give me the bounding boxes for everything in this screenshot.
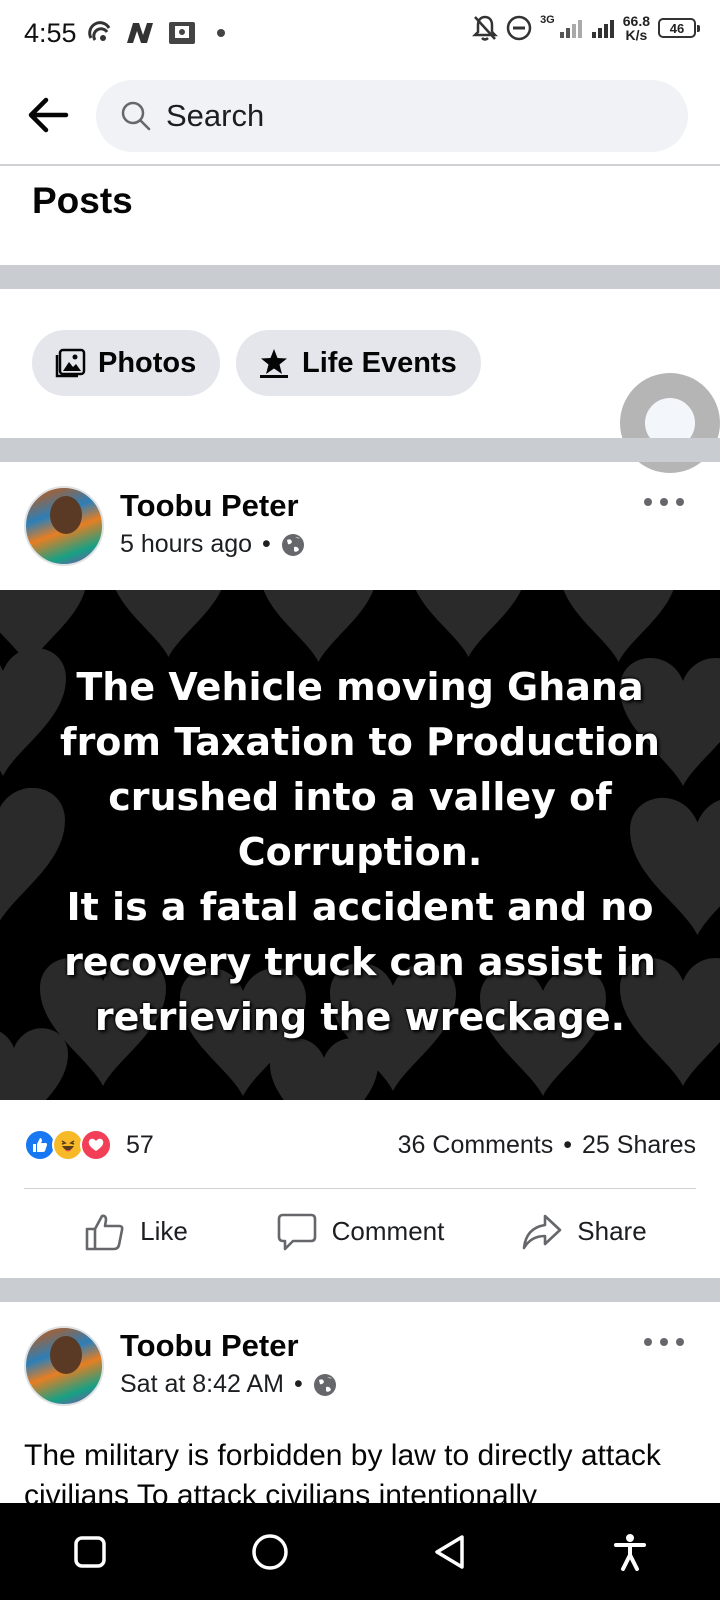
like-label: Like xyxy=(140,1216,188,1246)
post-header: Toobu Peter Sat at 8:42 AM • xyxy=(0,1310,720,1430)
status-right-icons: 3G 66.8 K/s 46 xyxy=(472,14,700,42)
status-notification-icons xyxy=(87,20,225,46)
gallery-notification-icon xyxy=(168,22,195,44)
life-events-filter-button[interactable]: Life Events xyxy=(236,330,481,396)
n-app-icon xyxy=(126,23,153,43)
post-time[interactable]: Sat at 8:42 AM xyxy=(120,1370,284,1399)
life-events-filter-label: Life Events xyxy=(302,346,457,379)
hotspot-icon xyxy=(87,21,110,41)
comment-bubble-icon xyxy=(277,1213,316,1250)
shares-count[interactable]: 25 Shares xyxy=(582,1131,696,1160)
meta-separator: • xyxy=(294,1370,303,1398)
do-not-disturb-icon xyxy=(506,15,532,41)
recent-apps-icon xyxy=(74,1535,106,1568)
more-dot xyxy=(644,498,652,506)
accessibility-icon xyxy=(614,1533,646,1571)
back-button[interactable] xyxy=(24,91,72,139)
signal-2-icon xyxy=(591,20,614,38)
star-flag-icon xyxy=(260,349,288,378)
love-reaction-icon xyxy=(80,1129,112,1161)
share-button[interactable]: Share xyxy=(472,1212,696,1252)
status-time: 4:55 xyxy=(24,17,77,48)
avatar[interactable] xyxy=(24,486,104,566)
photos-filter-label: Photos xyxy=(98,346,197,379)
more-dot xyxy=(644,1338,652,1346)
share-label: Share xyxy=(577,1216,647,1246)
post-more-button[interactable] xyxy=(644,490,684,514)
reaction-icons[interactable] xyxy=(24,1129,112,1161)
home-circle-icon xyxy=(252,1533,288,1570)
post-meta: Sat at 8:42 AM • xyxy=(120,1370,337,1399)
photos-icon xyxy=(55,348,86,378)
system-navigation-bar xyxy=(0,1503,720,1600)
photos-filter-button[interactable]: Photos xyxy=(32,330,221,396)
search-input[interactable]: Search xyxy=(96,80,688,152)
section-title: Posts xyxy=(32,180,133,221)
section-divider xyxy=(0,265,720,289)
net-speed: 66.8 K/s xyxy=(623,14,650,42)
more-dot xyxy=(660,498,668,506)
thumbs-up-icon xyxy=(85,1214,124,1250)
search-header: Search xyxy=(0,66,720,166)
back-triangle-icon xyxy=(435,1534,464,1569)
search-placeholder: Search xyxy=(166,98,265,133)
reaction-count[interactable]: 57 xyxy=(126,1131,154,1160)
globe-icon xyxy=(281,533,304,556)
reactions-row: 57 36 Comments • 25 Shares xyxy=(24,1125,696,1165)
globe-icon xyxy=(313,1373,336,1396)
network-type-label: 3G xyxy=(540,14,555,26)
post-author[interactable]: Toobu Peter xyxy=(120,1328,299,1364)
signal-1-icon xyxy=(559,20,582,38)
recent-apps-button[interactable] xyxy=(58,1520,122,1584)
avatar[interactable] xyxy=(24,1326,104,1406)
arrow-left-icon xyxy=(28,97,69,133)
post-more-button[interactable] xyxy=(644,1330,684,1354)
post-meta: 5 hours ago • xyxy=(120,530,305,559)
search-icon xyxy=(121,101,151,131)
home-button[interactable] xyxy=(238,1520,302,1584)
meta-separator: • xyxy=(262,530,271,558)
more-dot xyxy=(660,1338,668,1346)
post-author[interactable]: Toobu Peter xyxy=(120,488,299,524)
net-speed-unit: K/s xyxy=(625,27,648,43)
accessibility-button[interactable] xyxy=(598,1520,662,1584)
avatar-face xyxy=(50,1336,82,1374)
share-arrow-icon xyxy=(522,1214,562,1249)
battery-level: 46 xyxy=(669,20,685,36)
comment-button[interactable]: Comment xyxy=(248,1212,472,1252)
engagement-separator: • xyxy=(563,1130,573,1159)
section-divider xyxy=(0,438,720,462)
status-bar: 4:55 3G 66.8 K/s 46 xyxy=(0,0,720,66)
section-divider xyxy=(0,1278,720,1302)
post-action-bar: Like Comment Share xyxy=(24,1188,696,1274)
post-time[interactable]: 5 hours ago xyxy=(120,530,252,559)
back-nav-button[interactable] xyxy=(418,1520,482,1584)
comments-count[interactable]: 36 Comments xyxy=(398,1131,554,1160)
dot-indicator xyxy=(216,29,225,37)
more-dot xyxy=(676,1338,684,1346)
post-header: Toobu Peter 5 hours ago • xyxy=(0,470,720,590)
more-dot xyxy=(676,498,684,506)
net-speed-value: 66.8 xyxy=(622,13,650,29)
avatar-face xyxy=(50,496,82,534)
comment-label: Comment xyxy=(331,1216,445,1246)
engagement-summary: 36 Comments • 25 Shares xyxy=(398,1131,696,1160)
like-button[interactable]: Like xyxy=(24,1212,248,1252)
battery-indicator: 46 xyxy=(658,18,700,38)
post-image-text: The Vehicle moving Ghana from Taxation t… xyxy=(60,665,660,1039)
bell-muted-icon xyxy=(472,15,499,41)
post-image[interactable]: The Vehicle moving Ghana from Taxation t… xyxy=(0,590,720,1100)
